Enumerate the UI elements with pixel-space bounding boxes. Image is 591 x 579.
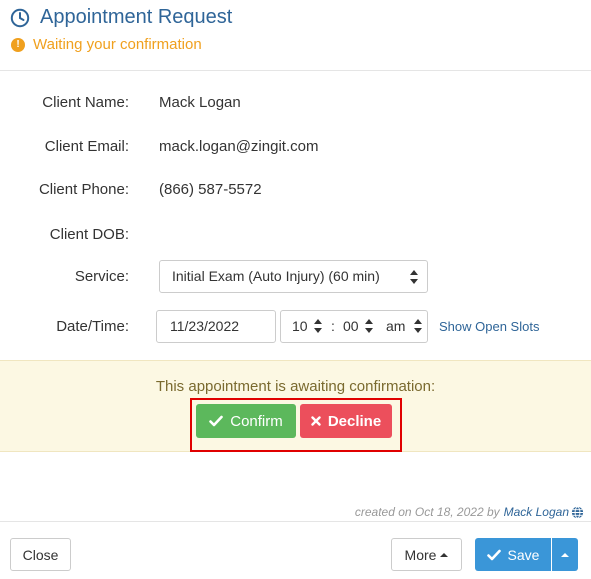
save-label: Save	[507, 546, 540, 563]
confirmation-banner: This appointment is awaiting confirmatio…	[0, 360, 591, 452]
minute-arrows-icon	[365, 319, 373, 333]
created-text: created on Oct 18, 2022 by	[354, 505, 500, 519]
created-info: created on Oct 18, 2022 by Mack Logan	[355, 505, 584, 519]
close-icon	[311, 416, 321, 426]
ampm-select[interactable]: am	[386, 311, 422, 342]
service-selected-value: Initial Exam (Auto Injury) (60 min)	[172, 268, 380, 284]
caret-up-icon	[440, 552, 449, 557]
warning-icon: !	[11, 37, 25, 52]
show-open-slots-link[interactable]: Show Open Slots	[439, 310, 539, 343]
modal-footer: Close More Save	[0, 521, 591, 579]
globe-icon	[571, 505, 584, 519]
service-row: Service: Initial Exam (Auto Injury) (60 …	[0, 260, 591, 294]
confirm-label: Confirm	[230, 412, 283, 430]
title-row: Appointment Request	[10, 6, 232, 29]
status-text: Waiting your confirmation	[33, 36, 202, 53]
client-phone-label: Client Phone:	[38, 181, 129, 198]
caret-up-icon	[561, 552, 569, 557]
ampm-value: am	[386, 318, 406, 334]
ampm-arrows-icon	[414, 319, 422, 333]
service-select[interactable]: Initial Exam (Auto Injury) (60 min)	[159, 260, 428, 293]
client-email-label: Client Email:	[44, 138, 129, 155]
status-row: ! Waiting your confirmation	[11, 36, 202, 53]
confirm-button[interactable]: Confirm	[196, 404, 296, 438]
more-label: More	[404, 546, 437, 563]
client-name-label: Client Name:	[42, 94, 129, 111]
client-name-value: Mack Logan	[159, 94, 241, 111]
service-label: Service:	[74, 268, 129, 285]
decline-button[interactable]: Decline	[300, 404, 392, 438]
time-separator: :	[331, 318, 335, 334]
select-arrows-icon	[410, 270, 418, 284]
modal-header: Appointment Request ! Waiting your confi…	[0, 0, 591, 71]
client-phone-row: Client Phone: (866) 587-5572	[0, 173, 591, 207]
hour-value: 10	[292, 318, 308, 334]
datetime-label: Date/Time:	[56, 318, 129, 335]
more-button[interactable]: More	[391, 538, 462, 571]
datetime-row: Date/Time: 11/23/2022 10 : 00 am Show Op…	[0, 310, 591, 344]
decline-label: Decline	[327, 412, 382, 430]
hour-select[interactable]: 10	[292, 311, 322, 342]
page-title: Appointment Request	[40, 6, 233, 28]
check-icon	[209, 415, 224, 427]
check-icon	[486, 549, 501, 560]
client-name-row: Client Name: Mack Logan	[0, 86, 591, 120]
minute-select[interactable]: 00	[343, 311, 373, 342]
close-button[interactable]: Close	[10, 538, 71, 571]
client-dob-label: Client DOB:	[49, 226, 129, 243]
time-picker: 10 : 00 am	[280, 310, 428, 343]
client-dob-row: Client DOB:	[0, 218, 591, 252]
client-phone-value: (866) 587-5572	[159, 181, 262, 198]
clock-icon	[10, 8, 30, 27]
hour-arrows-icon	[314, 319, 322, 333]
minute-value: 00	[343, 318, 359, 334]
save-button[interactable]: Save	[475, 538, 551, 571]
created-by-link[interactable]: Mack Logan	[504, 505, 569, 519]
save-dropdown-button[interactable]	[552, 538, 578, 571]
date-input[interactable]: 11/23/2022	[156, 310, 276, 343]
client-email-row: Client Email: mack.logan@zingit.com	[0, 130, 591, 164]
banner-message: This appointment is awaiting confirmatio…	[155, 378, 436, 395]
client-email-value: mack.logan@zingit.com	[159, 138, 319, 155]
